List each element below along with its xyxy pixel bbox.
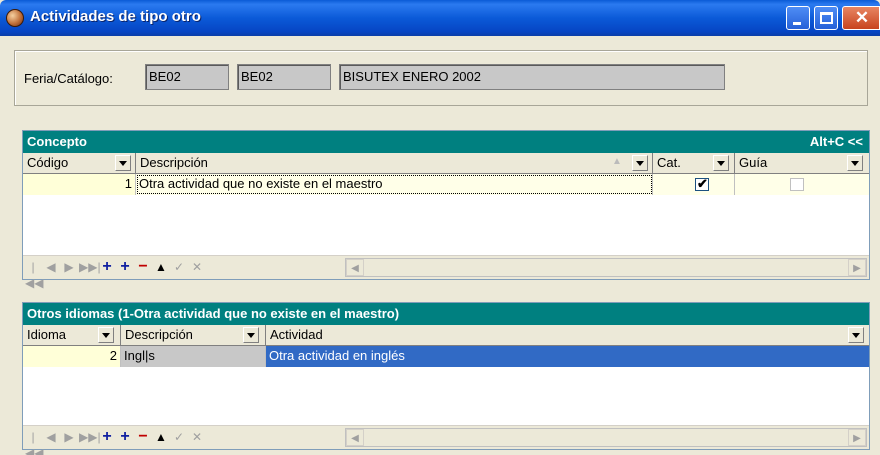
col-idioma-descripcion[interactable]: Descripción	[121, 325, 266, 346]
feria-description-field[interactable]: BISUTEX ENERO 2002	[339, 64, 725, 90]
concepto-codigo-cell[interactable]: 1	[23, 174, 136, 195]
sort-asc-icon: ▲	[612, 156, 622, 167]
idiomas-hscroll[interactable]: ◀ ▶	[345, 428, 867, 447]
post-record-button[interactable]: ✓	[171, 429, 187, 445]
actividad-cell[interactable]: Otra actividad en inglés	[266, 346, 869, 367]
concepto-navigator: |◀◀ ◀ ▶ ▶▶| + + − ▲ ✓ ✕ ◀ ▶	[23, 255, 869, 290]
idiomas-title: Otros idiomas (1-Otra actividad que no e…	[27, 306, 400, 321]
close-button[interactable]: ✕	[842, 6, 880, 30]
scroll-left-icon[interactable]: ◀	[346, 429, 364, 446]
col-cat[interactable]: Cat.	[653, 153, 735, 174]
col-descripcion-label: Descripción	[140, 155, 208, 170]
concepto-header: Concepto Alt+C <<	[23, 131, 869, 153]
col-codigo[interactable]: Código	[23, 153, 136, 174]
next-record-button[interactable]: ▶	[61, 259, 77, 275]
col-cat-dropdown[interactable]	[713, 155, 729, 171]
col-codigo-label: Código	[27, 155, 69, 170]
scroll-right-icon[interactable]: ▶	[848, 429, 866, 446]
col-descripcion[interactable]: Descripción ▲	[136, 153, 653, 174]
window-title: Actividades de tipo otro	[30, 8, 201, 25]
minimize-icon	[793, 22, 801, 25]
idiomas-grid: Otros idiomas (1-Otra actividad que no e…	[22, 302, 870, 455]
append-record-button[interactable]: +	[117, 429, 133, 445]
insert-record-button[interactable]: +	[99, 259, 115, 275]
col-codigo-dropdown[interactable]	[115, 155, 131, 171]
scroll-left-icon[interactable]: ◀	[346, 259, 364, 276]
checkmark-icon: ✔	[697, 176, 708, 191]
concepto-cat-cell[interactable]: ✔	[653, 174, 735, 195]
col-idioma-label: Idioma	[27, 327, 67, 342]
idiomas-navigator: |◀◀ ◀ ▶ ▶▶| + + − ▲ ✓ ✕ ◀ ▶	[23, 425, 869, 455]
prior-record-button[interactable]: ◀	[43, 429, 59, 445]
close-icon: ✕	[854, 8, 870, 27]
col-actividad[interactable]: Actividad	[266, 325, 869, 346]
col-cat-label: Cat.	[657, 155, 681, 170]
maximize-button[interactable]	[814, 6, 838, 30]
guia-checkbox[interactable]	[790, 178, 804, 191]
concepto-hscroll[interactable]: ◀ ▶	[345, 258, 867, 277]
minimize-button[interactable]	[786, 6, 810, 30]
maximize-icon	[820, 12, 833, 24]
catalogo-code-field[interactable]: BE02	[237, 64, 331, 90]
append-record-button[interactable]: +	[117, 259, 133, 275]
last-record-button[interactable]: ▶▶|	[79, 259, 101, 275]
app-icon[interactable]	[6, 9, 24, 27]
col-idioma-descripcion-dropdown[interactable]	[243, 327, 259, 343]
idiomas-row[interactable]: 2 Ingl|s Otra actividad en inglés	[23, 346, 869, 367]
delete-record-button[interactable]: −	[135, 429, 151, 445]
title-bar[interactable]: Actividades de tipo otro ✕	[0, 0, 880, 36]
last-record-button[interactable]: ▶▶|	[79, 429, 101, 445]
col-guia[interactable]: Guía	[735, 153, 869, 174]
idiomas-column-header: Idioma Descripción Actividad	[23, 325, 869, 346]
post-record-button[interactable]: ✓	[171, 259, 187, 275]
concepto-column-header: Código Descripción ▲ Cat. Guía	[23, 153, 869, 174]
col-idioma-descripcion-label: Descripción	[125, 327, 193, 342]
col-guia-dropdown[interactable]	[847, 155, 863, 171]
cancel-record-button[interactable]: ✕	[189, 429, 205, 445]
cat-checkbox[interactable]: ✔	[695, 176, 709, 191]
col-guia-label: Guía	[739, 155, 768, 170]
col-idioma-dropdown[interactable]	[98, 327, 114, 343]
prior-record-button[interactable]: ◀	[43, 259, 59, 275]
concepto-title: Concepto	[27, 134, 87, 149]
col-idioma[interactable]: Idioma	[23, 325, 121, 346]
scroll-right-icon[interactable]: ▶	[848, 259, 866, 276]
first-record-button[interactable]: |◀◀	[25, 259, 43, 290]
idioma-descripcion-cell[interactable]: Ingl|s	[121, 346, 266, 367]
feria-label: Feria/Catálogo:	[24, 71, 113, 86]
insert-record-button[interactable]: +	[99, 429, 115, 445]
concepto-descripcion-cell[interactable]: Otra actividad que no existe en el maest…	[136, 174, 653, 195]
feria-code-field[interactable]: BE02	[145, 64, 229, 90]
next-record-button[interactable]: ▶	[61, 429, 77, 445]
col-descripcion-dropdown[interactable]	[632, 155, 648, 171]
delete-record-button[interactable]: −	[135, 259, 151, 275]
concepto-guia-cell[interactable]	[735, 174, 869, 195]
idioma-code-cell[interactable]: 2	[23, 346, 121, 367]
concepto-shortcut[interactable]: Alt+C <<	[810, 134, 863, 149]
idiomas-header: Otros idiomas (1-Otra actividad que no e…	[23, 303, 869, 325]
concepto-grid: Concepto Alt+C << Código Descripción ▲ C…	[22, 130, 870, 290]
cancel-record-button[interactable]: ✕	[189, 259, 205, 275]
concepto-row[interactable]: 1 Otra actividad que no existe en el mae…	[23, 174, 869, 195]
col-actividad-dropdown[interactable]	[848, 327, 864, 343]
first-record-button[interactable]: |◀◀	[25, 429, 43, 455]
edit-record-button[interactable]: ▲	[153, 259, 169, 275]
col-actividad-label: Actividad	[270, 327, 323, 342]
edit-record-button[interactable]: ▲	[153, 429, 169, 445]
